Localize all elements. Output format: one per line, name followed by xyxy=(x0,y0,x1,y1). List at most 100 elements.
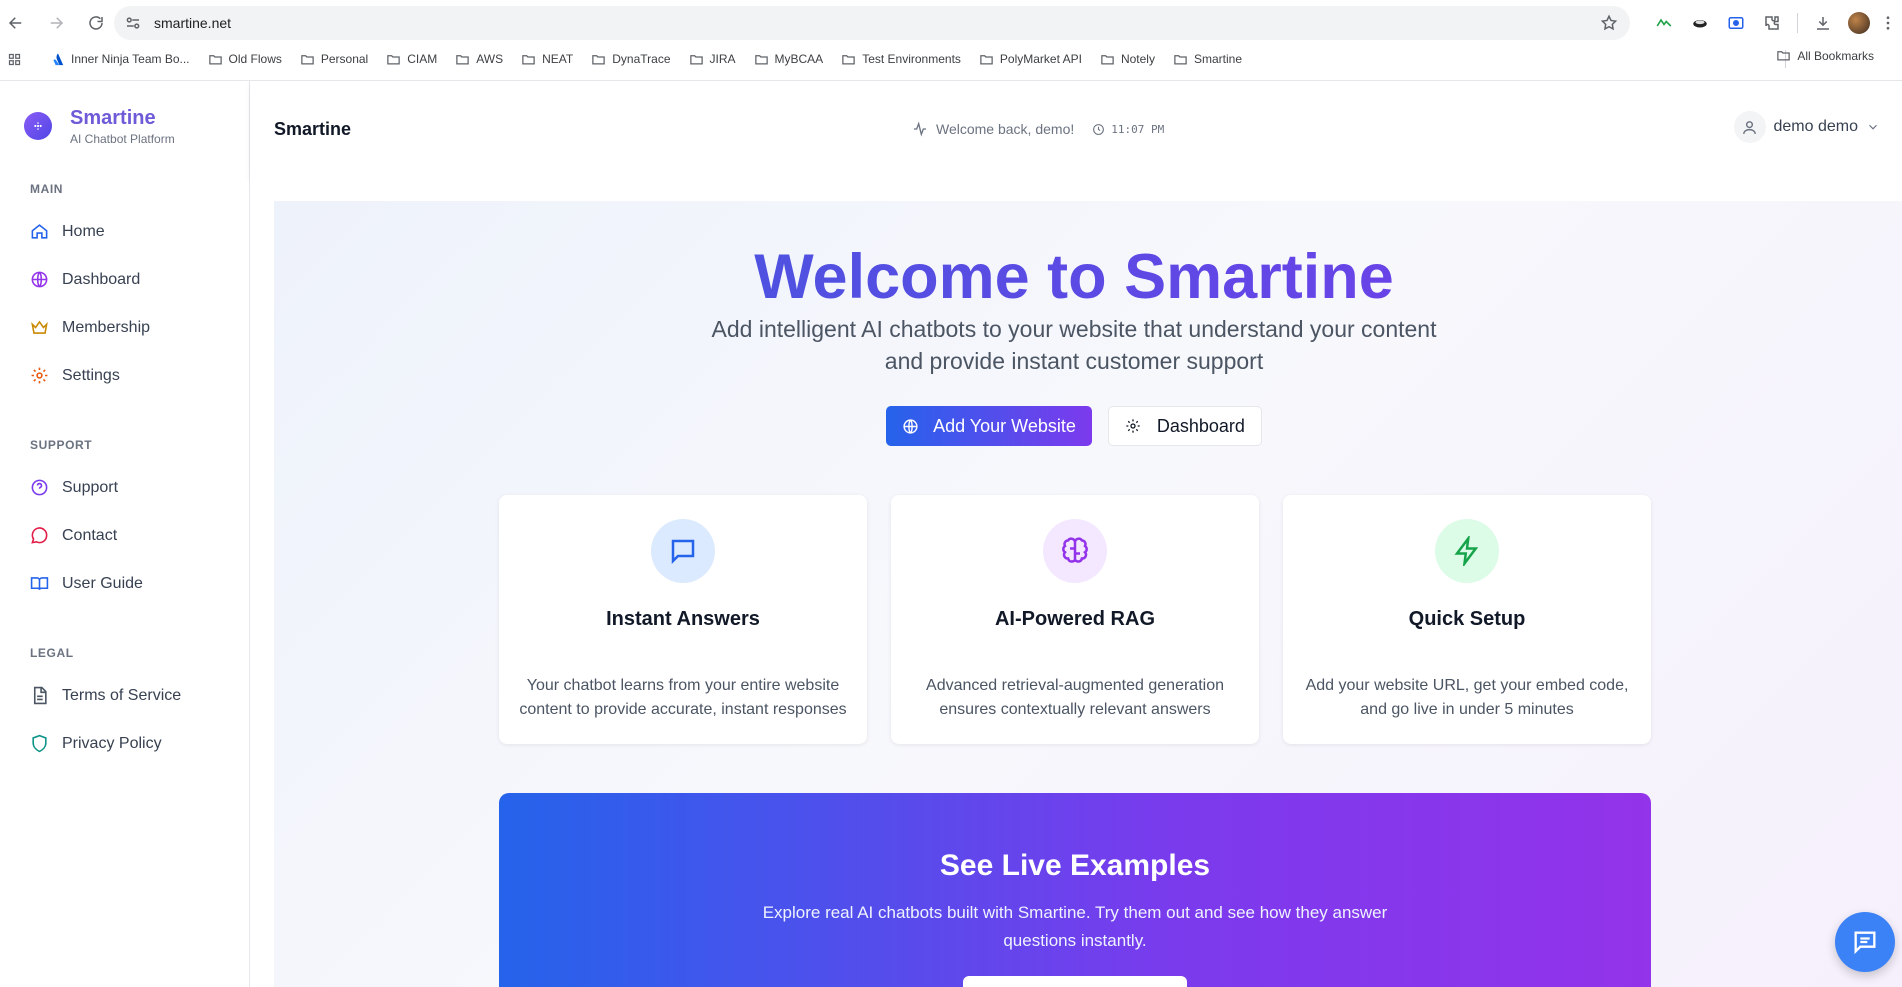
examples-button[interactable] xyxy=(963,976,1187,987)
globe-icon xyxy=(903,418,918,434)
bookmark-folder[interactable]: Old Flows xyxy=(208,52,282,67)
hero-title: Welcome to Smartine xyxy=(274,241,1874,313)
folder-icon xyxy=(301,54,314,64)
sidebar-item-label: Contact xyxy=(62,526,118,544)
folder-icon xyxy=(980,54,993,64)
bookmark-item[interactable]: Inner Ninja Team Bo... xyxy=(50,52,190,67)
screen-record-icon xyxy=(1728,17,1744,29)
sidebar-item-label: Dashboard xyxy=(62,270,141,288)
add-website-button[interactable]: Add Your Website xyxy=(886,406,1092,446)
feature-icon-wrap xyxy=(1435,519,1499,583)
url-text[interactable]: smartine.net xyxy=(154,15,231,31)
site-settings-icon[interactable] xyxy=(124,14,142,32)
feature-title: Quick Setup xyxy=(1408,608,1526,630)
extension-2[interactable] xyxy=(1689,12,1711,34)
chat-icon xyxy=(671,539,695,565)
bookmark-label: Notely xyxy=(1120,52,1155,66)
folder-icon xyxy=(1101,54,1114,64)
folder-icon xyxy=(456,54,469,64)
bookmark-folder[interactable]: Smartine xyxy=(1173,52,1242,67)
bookmark-folder[interactable]: PolyMarket API xyxy=(979,52,1082,67)
user-menu[interactable]: demo demo xyxy=(1733,111,1881,143)
message-circle-icon xyxy=(31,527,48,544)
document-icon xyxy=(33,686,47,705)
menu-button[interactable] xyxy=(1884,12,1892,34)
bookmark-folder[interactable]: Notely xyxy=(1100,52,1155,67)
bookmark-label: Test Environments xyxy=(862,52,961,66)
dashboard-button[interactable]: Dashboard xyxy=(1107,406,1262,446)
folder-icon xyxy=(387,54,400,64)
clock: 11:07 PM xyxy=(1092,123,1164,136)
bookmark-folder[interactable]: JIRA xyxy=(689,52,736,67)
header-title: Smartine xyxy=(274,119,352,139)
extensions-button[interactable] xyxy=(1761,12,1783,34)
user-name: demo demo xyxy=(1773,118,1859,135)
hero-section: Welcome to Smartine Add intelligent AI c… xyxy=(274,201,1902,987)
all-bookmarks-button[interactable]: All Bookmarks xyxy=(1776,48,1874,63)
gear-icon xyxy=(31,367,48,384)
brand[interactable]: Smartine AI Chatbot Platform xyxy=(24,107,175,146)
sidebar-item-settings[interactable]: Settings xyxy=(30,366,120,385)
chevron-down-icon xyxy=(1869,124,1877,130)
sidebar-item-contact[interactable]: Contact xyxy=(30,526,117,545)
sidebar: Smartine AI Chatbot Platform MAIN Home D… xyxy=(0,81,250,987)
profile-button[interactable] xyxy=(1848,12,1870,34)
bookmark-folder[interactable]: CIAM xyxy=(386,52,437,67)
bookmark-label: AWS xyxy=(476,52,504,66)
folder-icon xyxy=(1777,51,1791,61)
bookmark-folder[interactable]: MyBCAA xyxy=(754,52,824,67)
dashboard-label: Dashboard xyxy=(1156,415,1245,436)
download-icon xyxy=(1817,17,1829,30)
address-bar[interactable]: smartine.net xyxy=(114,6,1630,40)
main-content: Welcome to Smartine Add intelligent AI c… xyxy=(250,179,1902,987)
folder-icon xyxy=(754,54,768,64)
back-button[interactable] xyxy=(4,11,28,35)
sidebar-item-user-guide[interactable]: User Guide xyxy=(30,574,143,593)
clock-time: 11:07 PM xyxy=(1111,122,1165,136)
sidebar-item-home[interactable]: Home xyxy=(30,222,105,241)
top-header: Smartine Welcome back, demo! 11:07 PM de… xyxy=(250,81,1902,179)
downloads-button[interactable] xyxy=(1812,12,1834,34)
sidebar-item-label: User Guide xyxy=(62,574,143,592)
folder-icon xyxy=(1174,54,1187,64)
extension-1[interactable] xyxy=(1653,12,1675,34)
live-examples-banner: See Live Examples Explore real AI chatbo… xyxy=(499,793,1651,987)
hero-subtitle: Add intelligent AI chatbots to your webs… xyxy=(274,313,1874,377)
all-bookmarks-label: All Bookmarks xyxy=(1797,48,1874,63)
book-icon xyxy=(30,577,49,590)
bookmark-folder[interactable]: DynaTrace xyxy=(591,52,671,67)
reload-icon xyxy=(89,16,103,30)
brand-logo xyxy=(24,112,52,140)
bookmark-label: JIRA xyxy=(709,52,736,66)
bookmark-label: MyBCAA xyxy=(774,52,824,66)
sidebar-item-support[interactable]: Support xyxy=(30,478,118,497)
bookmark-folder[interactable]: NEAT xyxy=(521,52,573,67)
bookmark-label: Personal xyxy=(320,52,369,66)
hero-subtitle-line: Add intelligent AI chatbots to your webs… xyxy=(711,316,1437,342)
clock-icon xyxy=(1093,123,1105,135)
forward-button[interactable] xyxy=(44,11,68,35)
feature-desc: Advanced retrieval-augmented generation … xyxy=(926,677,1224,718)
sidebar-item-privacy[interactable]: Privacy Policy xyxy=(30,734,162,753)
sidebar-item-label: Settings xyxy=(62,366,120,384)
bookmark-folder[interactable]: AWS xyxy=(455,52,503,67)
apps-button[interactable] xyxy=(7,52,28,67)
sidebar-item-dashboard[interactable]: Dashboard xyxy=(30,270,140,289)
chat-bubble-logo-icon xyxy=(34,122,42,130)
sidebar-item-terms[interactable]: Terms of Service xyxy=(30,686,181,705)
bookmark-folder[interactable]: Test Environments xyxy=(841,52,961,67)
feature-card-quick-setup: Quick Setup Add your website URL, get yo… xyxy=(1283,495,1651,744)
feature-title: Instant Answers xyxy=(606,608,760,630)
sidebar-item-label: Membership xyxy=(62,318,151,336)
browser-chrome: smartine.net Inner Ninja Team Bo... Old … xyxy=(0,0,1902,81)
globe-icon xyxy=(31,271,48,288)
chat-widget-button[interactable] xyxy=(1835,912,1895,972)
extension-3[interactable] xyxy=(1725,12,1747,34)
sidebar-item-membership[interactable]: Membership xyxy=(30,318,150,337)
bookmark-star-icon[interactable] xyxy=(1600,14,1618,32)
browser-toolbar: smartine.net xyxy=(0,0,1902,46)
sidebar-item-label: Terms of Service xyxy=(62,686,182,704)
bookmark-label: PolyMarket API xyxy=(999,52,1082,66)
bookmark-folder[interactable]: Personal xyxy=(300,52,368,67)
reload-button[interactable] xyxy=(84,11,108,35)
